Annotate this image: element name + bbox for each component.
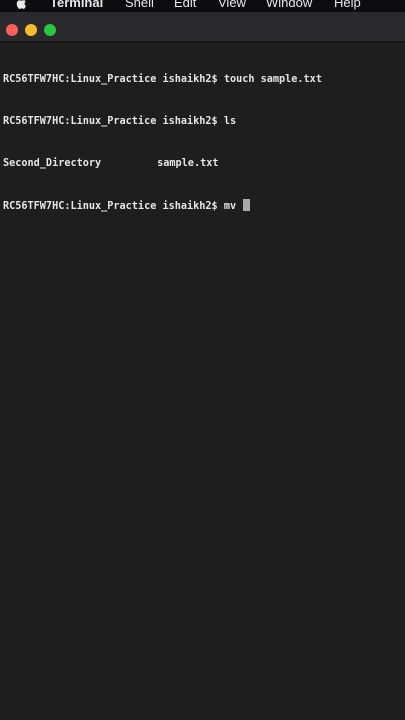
menu-terminal[interactable]: Terminal: [50, 0, 103, 11]
ls-output-line: Second_Directory sample.txt: [3, 157, 322, 171]
text-cursor: [243, 199, 251, 211]
prompt: RC56TFW7HC:Linux_Practice ishaikh2$: [3, 201, 218, 212]
terminal-current-line[interactable]: RC56TFW7HC:Linux_Practice ishaikh2$ mv: [3, 199, 322, 213]
terminal-output: RC56TFW7HC:Linux_Practice ishaikh2$ touc…: [3, 45, 322, 241]
command: ls: [223, 116, 237, 127]
command-input[interactable]: mv: [224, 201, 236, 212]
terminal-pane[interactable]: RC56TFW7HC:Linux_Practice ishaikh2$ touc…: [0, 42, 405, 720]
menu-shell[interactable]: Shell: [125, 0, 154, 11]
minimize-window-button[interactable]: [25, 24, 37, 36]
apple-icon[interactable]: [15, 0, 29, 10]
terminal-line: RC56TFW7HC:Linux_Practice ishaikh2$ touc…: [3, 73, 322, 87]
close-window-button[interactable]: [6, 24, 18, 36]
window-titlebar[interactable]: [0, 12, 405, 42]
ls-entry: Second_Directory: [3, 158, 102, 169]
prompt: RC56TFW7HC:Linux_Practice ishaikh2$: [3, 116, 218, 127]
maximize-window-button[interactable]: [44, 24, 56, 36]
menu-edit[interactable]: Edit: [174, 0, 196, 11]
menu-window[interactable]: Window: [266, 0, 312, 11]
menu-view[interactable]: View: [218, 0, 246, 11]
command: touch sample.txt: [223, 74, 322, 85]
prompt: RC56TFW7HC:Linux_Practice ishaikh2$: [3, 74, 218, 85]
ls-entry: sample.txt: [157, 158, 219, 169]
menu-help[interactable]: Help: [334, 0, 361, 11]
menu-bar: Terminal Shell Edit View Window Help: [0, 0, 405, 12]
terminal-line: RC56TFW7HC:Linux_Practice ishaikh2$ ls: [3, 115, 322, 129]
